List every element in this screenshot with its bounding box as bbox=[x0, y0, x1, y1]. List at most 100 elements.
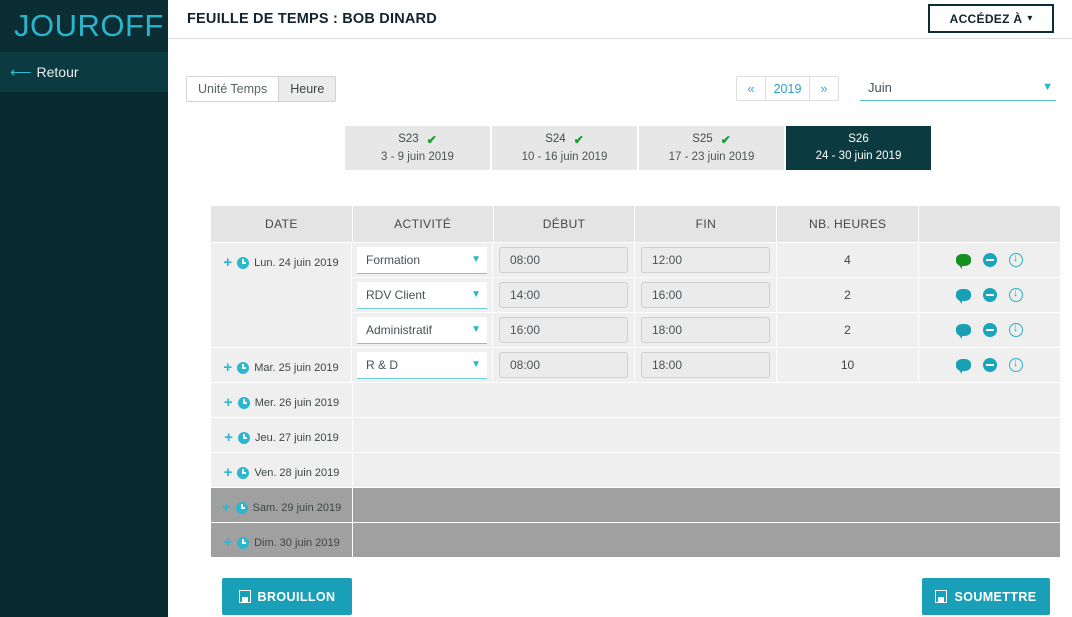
time-unit-toggle[interactable]: Unité Temps Heure bbox=[186, 76, 337, 102]
start-time-input[interactable]: 08:00 bbox=[499, 352, 628, 378]
end-time-input[interactable]: 12:00 bbox=[641, 247, 770, 273]
remove-icon[interactable] bbox=[983, 288, 997, 302]
empty-day-area[interactable] bbox=[353, 453, 1060, 487]
access-to-button[interactable]: ACCÉDEZ À ▾ bbox=[928, 4, 1054, 33]
start-time-input[interactable]: 08:00 bbox=[499, 247, 628, 273]
date-cell: + Lun. 24 juin 2019 bbox=[211, 243, 351, 347]
date-label: Sam. 29 juin 2019 bbox=[252, 501, 342, 514]
add-entry-icon[interactable]: + bbox=[224, 395, 233, 410]
date-cell: + Jeu. 27 juin 2019 bbox=[211, 418, 352, 452]
toolbar: Unité Temps Heure « 2019 » Juin ▼ bbox=[168, 39, 1072, 102]
clock-icon[interactable] bbox=[237, 396, 250, 409]
empty-day-area[interactable] bbox=[353, 488, 1060, 522]
chevron-down-icon: ▼ bbox=[1042, 81, 1053, 93]
comment-icon[interactable] bbox=[956, 324, 971, 339]
chevron-down-icon: ▼ bbox=[471, 324, 481, 335]
week-tab-s23[interactable]: S23 ✔ 3 - 9 juin 2019 bbox=[345, 126, 490, 170]
add-entry-icon[interactable]: + bbox=[223, 255, 232, 270]
comment-icon[interactable] bbox=[956, 254, 971, 269]
table-row: + Lun. 24 juin 2019 Formation ▼ 08:00 12:00 4 R… bbox=[211, 243, 1060, 347]
year-navigator[interactable]: « 2019 » bbox=[736, 76, 839, 101]
download-icon[interactable] bbox=[1009, 321, 1023, 337]
remove-icon[interactable] bbox=[983, 358, 997, 372]
download-icon[interactable] bbox=[1009, 286, 1023, 302]
end-time-input[interactable]: 18:00 bbox=[641, 317, 770, 343]
add-entry-icon[interactable]: + bbox=[223, 535, 232, 550]
comment-icon[interactable] bbox=[956, 359, 971, 374]
clock-icon[interactable] bbox=[237, 431, 250, 444]
week-tab-top: S24 ✔ bbox=[545, 133, 584, 145]
submit-button[interactable]: SOUMETTRE bbox=[922, 578, 1050, 615]
table-row: + Ven. 28 juin 2019 bbox=[211, 453, 1060, 487]
date-cell-content: + Ven. 28 juin 2019 bbox=[224, 465, 340, 480]
end-time-cell: 18:00 bbox=[635, 313, 776, 347]
activity-select[interactable]: Administratif ▼ bbox=[357, 316, 487, 344]
clock-icon[interactable] bbox=[237, 536, 250, 549]
week-tab-s25[interactable]: S25 ✔ 17 - 23 juin 2019 bbox=[639, 126, 784, 170]
activity-cell: Administratif ▼ bbox=[352, 313, 492, 347]
check-icon: ✔ bbox=[426, 132, 437, 147]
remove-icon[interactable] bbox=[983, 323, 997, 337]
row-actions-cell bbox=[919, 348, 1060, 382]
row-actions bbox=[956, 356, 1023, 374]
week-range: 10 - 16 juin 2019 bbox=[521, 150, 608, 163]
hours-cell: 10 bbox=[777, 348, 918, 382]
day-entries bbox=[353, 488, 1060, 522]
clock-icon[interactable] bbox=[237, 466, 250, 479]
unit-toggle-option-heure[interactable]: Heure bbox=[279, 77, 336, 101]
date-cell-content: + Mar. 25 juin 2019 bbox=[223, 360, 338, 375]
timesheet-entry: R & D ▼ 08:00 18:00 10 bbox=[352, 348, 1060, 382]
hours-cell: 2 bbox=[777, 313, 918, 347]
table-row: + Mer. 26 juin 2019 bbox=[211, 383, 1060, 417]
clock-icon[interactable] bbox=[237, 256, 250, 269]
date-label: Mer. 26 juin 2019 bbox=[254, 396, 340, 409]
header-bar: FEUILLE DE TEMPS : BOB DINARD ACCÉDEZ À … bbox=[168, 0, 1072, 39]
clock-icon[interactable] bbox=[235, 501, 248, 514]
day-entries bbox=[353, 453, 1060, 487]
previous-year-button[interactable]: « bbox=[737, 77, 765, 100]
activity-value: Formation bbox=[366, 252, 421, 267]
month-select[interactable]: Juin ▼ bbox=[860, 74, 1056, 101]
comment-icon[interactable] bbox=[956, 289, 971, 304]
column-header-nb-heures: NB. HEURES bbox=[777, 206, 919, 242]
start-time-input[interactable]: 14:00 bbox=[499, 282, 628, 308]
week-tab-s26[interactable]: S26 24 - 30 juin 2019 bbox=[786, 126, 931, 170]
start-time-cell: 16:00 bbox=[493, 313, 634, 347]
day-entries: R & D ▼ 08:00 18:00 10 bbox=[352, 348, 1060, 382]
hours-value: 2 bbox=[844, 323, 851, 337]
download-icon[interactable] bbox=[1009, 251, 1023, 267]
hours-cell: 2 bbox=[777, 278, 918, 312]
add-entry-icon[interactable]: + bbox=[222, 500, 231, 515]
arrow-left-icon: ⟵ bbox=[10, 63, 32, 81]
week-tab-s24[interactable]: S24 ✔ 10 - 16 juin 2019 bbox=[492, 126, 637, 170]
back-button[interactable]: ⟵ Retour bbox=[0, 52, 168, 92]
activity-select[interactable]: Formation ▼ bbox=[357, 246, 487, 274]
empty-day-area[interactable] bbox=[353, 383, 1060, 417]
activity-select[interactable]: RDV Client ▼ bbox=[357, 281, 487, 309]
add-entry-icon[interactable]: + bbox=[224, 465, 233, 480]
clock-icon[interactable] bbox=[237, 361, 250, 374]
activity-value: R & D bbox=[366, 357, 399, 372]
date-cell-content: + Jeu. 27 juin 2019 bbox=[224, 430, 339, 445]
add-entry-icon[interactable]: + bbox=[223, 360, 232, 375]
next-year-button[interactable]: » bbox=[810, 77, 838, 100]
footer-actions: BROUILLON SOUMETTRE bbox=[211, 578, 1060, 617]
unit-toggle-option-unite-temps[interactable]: Unité Temps bbox=[187, 77, 280, 101]
brand-text: JOUROFF bbox=[14, 8, 164, 43]
download-icon[interactable] bbox=[1009, 356, 1023, 372]
week-range: 3 - 9 juin 2019 bbox=[381, 150, 454, 163]
date-label: Mar. 25 juin 2019 bbox=[254, 361, 339, 374]
timesheet-entry: Administratif ▼ 16:00 18:00 2 bbox=[352, 313, 1060, 347]
end-time-input[interactable]: 16:00 bbox=[641, 282, 770, 308]
activity-select[interactable]: R & D ▼ bbox=[357, 351, 487, 379]
add-entry-icon[interactable]: + bbox=[224, 430, 233, 445]
remove-icon[interactable] bbox=[983, 253, 997, 267]
column-header-date: DATE bbox=[211, 206, 352, 242]
day-entries bbox=[353, 383, 1060, 417]
start-time-input[interactable]: 16:00 bbox=[499, 317, 628, 343]
empty-day-area[interactable] bbox=[353, 523, 1060, 557]
row-actions bbox=[956, 251, 1023, 269]
end-time-input[interactable]: 18:00 bbox=[641, 352, 770, 378]
save-draft-button[interactable]: BROUILLON bbox=[222, 578, 352, 615]
empty-day-area[interactable] bbox=[353, 418, 1060, 452]
